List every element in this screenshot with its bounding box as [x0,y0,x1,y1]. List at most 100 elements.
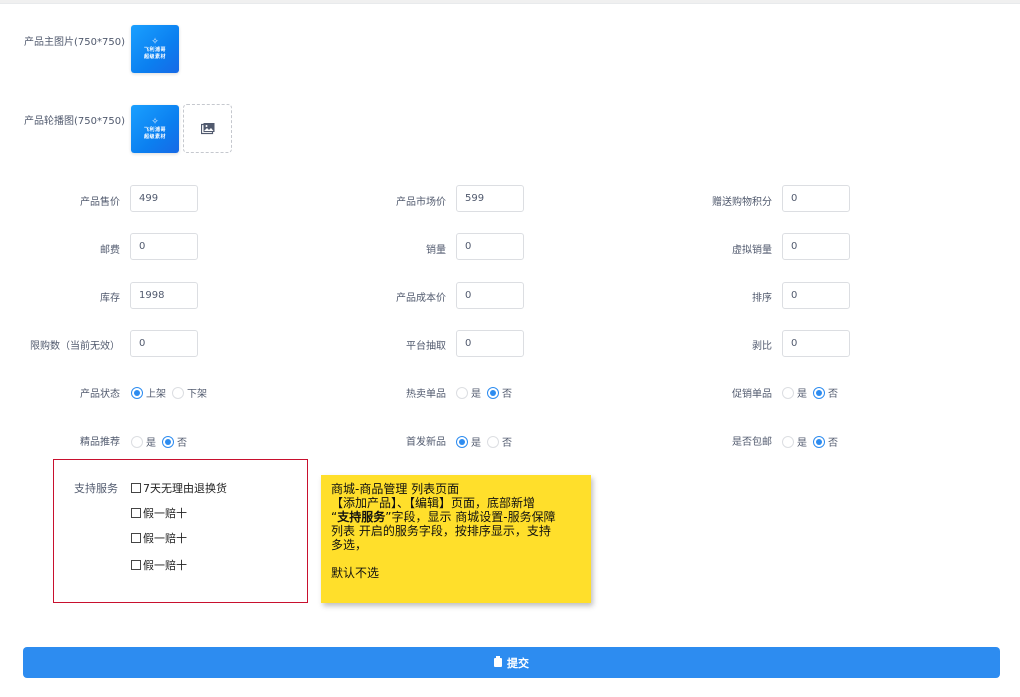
price-input[interactable]: 499 [130,185,198,212]
free-ship-yes-radio[interactable]: 是 [782,434,807,449]
status-on-radio[interactable]: 上架 [131,385,166,400]
annotation-note: 商城-商品管理 列表页面 【添加产品】、【编辑】页面，底部新增 “支持服务”字段… [321,475,591,603]
market-price-label: 产品市场价 [396,197,446,208]
status-on-text: 上架 [146,389,166,400]
new-label: 首发新品 [406,437,446,448]
limit-input[interactable]: 0 [130,330,198,357]
free-ship-no-radio[interactable]: 否 [813,434,838,449]
yes-text: 是 [146,438,156,449]
status-off-text: 下架 [187,389,207,400]
note-line: 多选， [331,538,368,552]
radio-unchecked-icon [487,435,499,448]
points-label: 赠送购物积分 [712,197,772,208]
yes-text: 是 [471,438,481,449]
service-option-text: 假一赔十 [143,507,187,520]
checkbox-icon [131,508,141,518]
submit-button[interactable]: 提交 [23,647,1000,678]
radio-checked-icon [131,386,143,399]
hot-no-radio[interactable]: 否 [487,385,512,400]
service-checkbox[interactable]: 假一赔十 [131,557,187,573]
checkbox-icon [131,483,141,493]
stock-label: 库存 [100,293,120,304]
checkbox-icon [131,533,141,543]
yes-text: 是 [797,438,807,449]
sort-input[interactable]: 0 [782,282,850,309]
sort-label: 排序 [752,293,772,304]
service-checkbox[interactable]: 7天无理由退换货 [131,480,227,496]
postage-input[interactable]: 0 [130,233,198,260]
sales-label: 销量 [426,245,446,256]
virtual-sales-input[interactable]: 0 [782,233,850,260]
promo-radio-group: 是 否 [782,385,844,400]
status-radio-group: 上架 下架 [131,385,213,400]
main-image-label: 产品主图片(750*750) [24,37,125,48]
radio-checked-icon [487,386,499,399]
top-bar [0,0,1020,4]
image-icon [200,122,214,134]
service-checkbox[interactable]: 假一赔十 [131,505,187,521]
note-line-rest: ”字段，显示 商城设置-服务保障 [385,510,556,524]
featured-no-radio[interactable]: 否 [162,434,187,449]
hot-label: 热卖单品 [406,389,446,400]
radio-unchecked-icon [456,386,468,399]
image-upload-button[interactable] [183,104,232,153]
no-text: 否 [177,438,187,449]
market-price-input[interactable]: 599 [456,185,524,212]
cost-input[interactable]: 0 [456,282,524,309]
note-line: 【添加产品】、【编辑】页面，底部新增 [331,496,536,510]
no-text: 否 [502,438,512,449]
new-radio-group: 是 否 [456,434,518,449]
carousel-image-thumbnail[interactable]: ✧ 飞利浦哥 超级素材 [131,105,179,153]
platform-fee-input[interactable]: 0 [456,330,524,357]
note-line: “支持服务”字段，显示 商城设置-服务保障 [331,510,581,524]
main-image-thumbnail[interactable]: ✧ 飞利浦哥 超级素材 [131,25,179,73]
hot-yes-radio[interactable]: 是 [456,385,481,400]
thumb-text-2: 超级素材 [143,53,166,60]
no-text: 否 [828,389,838,400]
featured-yes-radio[interactable]: 是 [131,434,156,449]
radio-unchecked-icon [782,386,794,399]
radio-unchecked-icon [131,435,143,448]
radio-unchecked-icon [172,386,184,399]
dove-icon: ✧ [151,116,159,127]
note-bold-text: 支持服务 [337,510,386,524]
yes-text: 是 [471,389,481,400]
featured-radio-group: 是 否 [131,434,193,449]
service-checkbox[interactable]: 假一赔十 [131,530,187,546]
thumb-text-2: 超级素材 [143,133,166,140]
points-input[interactable]: 0 [782,185,850,212]
postage-label: 邮费 [100,245,120,256]
cost-label: 产品成本价 [396,293,446,304]
note-line: 列表 开启的服务字段，按排序显示，支持 [331,524,551,538]
radio-checked-icon [813,435,825,448]
radio-checked-icon [813,386,825,399]
status-label: 产品状态 [80,389,120,400]
no-text: 否 [828,438,838,449]
sales-input[interactable]: 0 [456,233,524,260]
stock-input[interactable]: 1998 [130,282,198,309]
radio-unchecked-icon [782,435,794,448]
thumb-text-1: 飞利浦哥 [143,126,166,133]
free-ship-label: 是否包邮 [732,437,772,448]
carousel-image-label: 产品轮播图(750*750) [24,116,125,127]
promo-label: 促销单品 [732,389,772,400]
service-option-text: 7天无理由退换货 [143,482,227,495]
new-yes-radio[interactable]: 是 [456,434,481,449]
promo-yes-radio[interactable]: 是 [782,385,807,400]
radio-checked-icon [162,435,174,448]
thumb-text-1: 飞利浦哥 [143,46,166,53]
services-label: 支持服务 [74,482,118,495]
ratio-input[interactable]: 0 [782,330,850,357]
platform-fee-label: 平台抽取 [406,341,446,352]
featured-label: 精品推荐 [80,437,120,448]
virtual-sales-label: 虚拟销量 [732,245,772,256]
radio-checked-icon [456,435,468,448]
free-ship-radio-group: 是 否 [782,434,844,449]
limit-label: 限购数（当前无效） [30,341,120,352]
status-off-radio[interactable]: 下架 [172,385,207,400]
service-option-text: 假一赔十 [143,559,187,572]
submit-label: 提交 [507,657,529,670]
new-no-radio[interactable]: 否 [487,434,512,449]
promo-no-radio[interactable]: 否 [813,385,838,400]
yes-text: 是 [797,389,807,400]
